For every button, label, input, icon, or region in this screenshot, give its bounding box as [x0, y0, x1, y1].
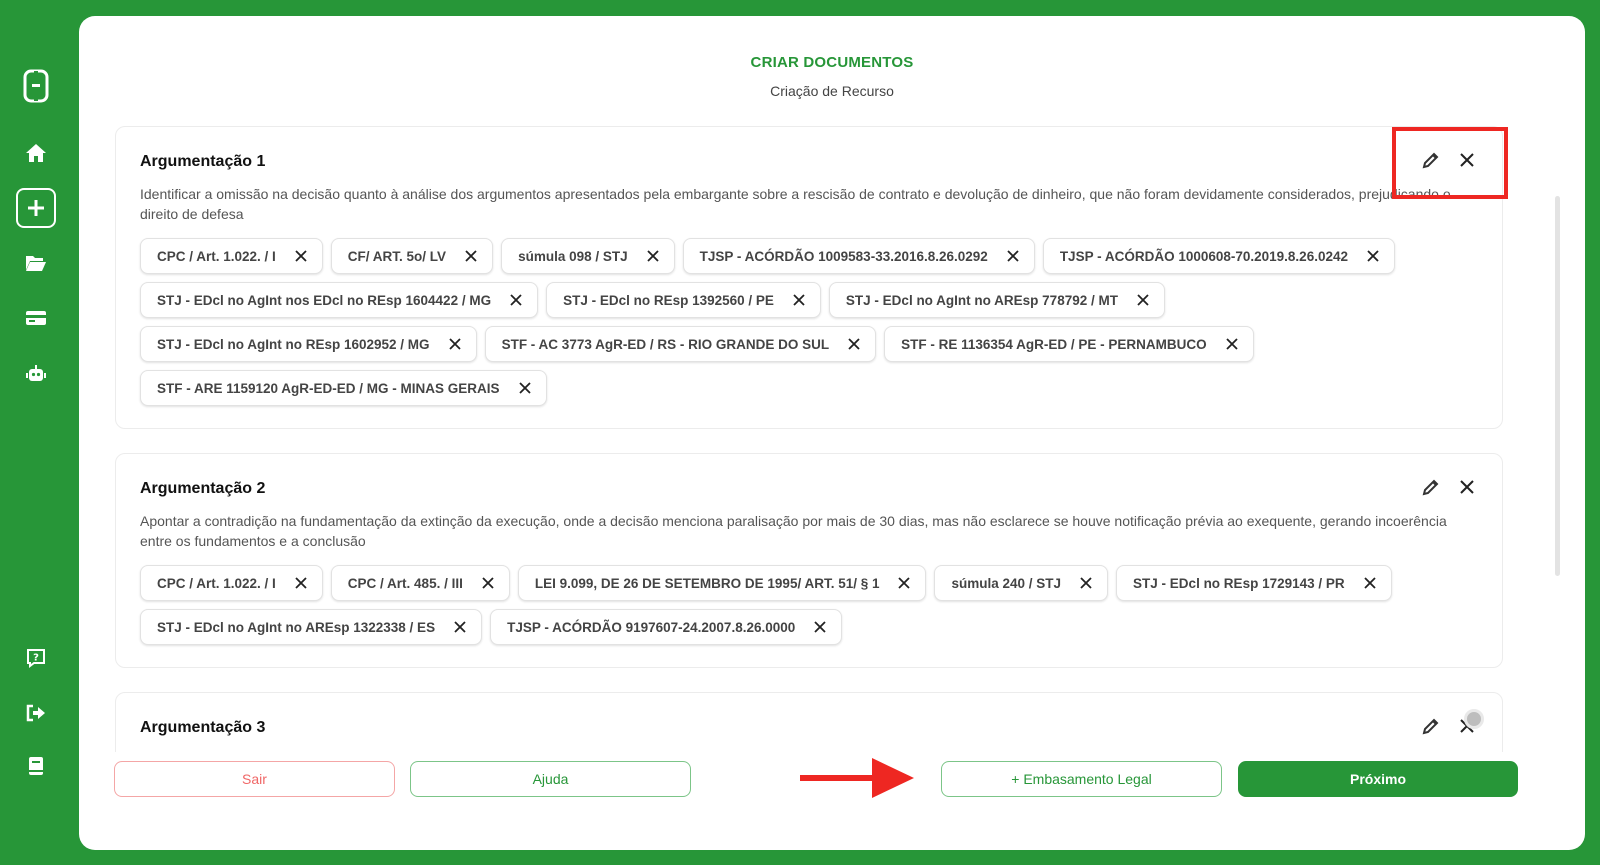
remove-chip-icon[interactable]	[1225, 337, 1239, 351]
remove-chip-icon[interactable]	[1363, 576, 1377, 590]
argument-title: Argumentação 3	[140, 719, 266, 736]
argument-card: Argumentação 1 Identificar a omissão na …	[115, 126, 1503, 429]
remove-chip-icon[interactable]	[897, 576, 911, 590]
remove-chip-icon[interactable]	[1079, 576, 1093, 590]
exit-button[interactable]: Sair	[114, 761, 395, 797]
page-title: CRIAR DOCUMENTOS	[750, 54, 914, 71]
help-icon[interactable]: ?	[16, 638, 56, 678]
edit-icon[interactable]	[1420, 715, 1442, 737]
reference-chip: STJ - EDcl no REsp 1392560 / PE	[546, 282, 821, 318]
page-subtitle: Criação de Recurso	[770, 83, 894, 99]
reference-chip: STJ - EDcl no AgInt no REsp 1602952 / MG	[140, 326, 477, 362]
robot-icon[interactable]	[16, 354, 56, 394]
remove-chip-icon[interactable]	[294, 576, 308, 590]
scroll-indicator[interactable]	[1464, 709, 1484, 729]
close-icon[interactable]	[1456, 476, 1478, 498]
main-card: CRIAR DOCUMENTOS Criação de Recurso Argu…	[79, 16, 1585, 850]
reference-chip: STJ - EDcl no AgInt nos EDcl no REsp 160…	[140, 282, 539, 318]
argument-title: Argumentação 1	[140, 153, 266, 170]
remove-chip-icon[interactable]	[847, 337, 861, 351]
next-button[interactable]: Próximo	[1238, 761, 1518, 797]
reference-chip: STF - ARE 1159120 AgR-ED-ED / MG - MINAS…	[140, 370, 547, 406]
chip-label: CPC / Art. 1.022. / I	[157, 575, 276, 591]
remove-chip-icon[interactable]	[481, 576, 495, 590]
chip-label: STJ - EDcl no AgInt no AREsp 1322338 / E…	[157, 619, 436, 635]
reference-chip: CF/ ART. 5o/ LV	[330, 238, 494, 274]
reference-chip: LEI 9.099, DE 26 DE SETEMBRO DE 1995/ AR…	[517, 565, 927, 601]
reference-chips: CPC / Art. 1.022. / I CPC / Art. 485. / …	[140, 565, 1470, 645]
folder-icon[interactable]	[16, 243, 56, 283]
add-legal-basis-button[interactable]: + Embasamento Legal	[941, 761, 1222, 797]
sidebar: ?	[0, 0, 78, 865]
chip-label: STJ - EDcl no REsp 1392560 / PE	[563, 292, 774, 308]
reference-chip: TJSP - ACÓRDÃO 9197607-24.2007.8.26.0000	[490, 609, 843, 645]
chip-label: TJSP - ACÓRDÃO 1000608-70.2019.8.26.0242	[1059, 248, 1348, 264]
reference-chip: STF - AC 3773 AgR-ED / RS - RIO GRANDE D…	[484, 326, 877, 362]
credit-card-icon[interactable]	[16, 298, 56, 338]
remove-chip-icon[interactable]	[509, 293, 523, 307]
annotation-arrow-icon	[800, 758, 914, 798]
reference-chip: súmula 240 / STJ	[934, 565, 1109, 601]
reference-chip: CPC / Art. 485. / III	[330, 565, 510, 601]
help-button[interactable]: Ajuda	[410, 761, 691, 797]
chip-label: STJ - EDcl no AgInt no AREsp 778792 / MT	[845, 292, 1118, 308]
scrollbar[interactable]	[1555, 196, 1560, 576]
home-icon[interactable]	[16, 133, 56, 173]
reference-chip: STJ - EDcl no AgInt no AREsp 778792 / MT	[828, 282, 1165, 318]
remove-chip-icon[interactable]	[646, 249, 660, 263]
chip-label: TJSP - ACÓRDÃO 9197607-24.2007.8.26.0000	[507, 619, 796, 635]
reference-chip: STJ - EDcl no REsp 1729143 / PR	[1116, 565, 1392, 601]
chip-label: STJ - EDcl no REsp 1729143 / PR	[1133, 575, 1345, 591]
remove-chip-icon[interactable]	[792, 293, 806, 307]
chip-label: TJSP - ACÓRDÃO 1009583-33.2016.8.26.0292	[699, 248, 988, 264]
add-icon[interactable]	[16, 188, 56, 228]
chip-label: STF - AC 3773 AgR-ED / RS - RIO GRANDE D…	[501, 336, 830, 352]
app-logo-icon[interactable]	[16, 66, 56, 106]
annotation-highlight-box	[1392, 127, 1508, 199]
svg-text:?: ?	[33, 653, 39, 664]
remove-chip-icon[interactable]	[294, 249, 308, 263]
remove-chip-icon[interactable]	[453, 620, 467, 634]
reference-chips: CPC / Art. 1.022. / I CF/ ART. 5o/ LV sú…	[140, 238, 1470, 406]
chip-label: STF - RE 1136354 AgR-ED / PE - PERNAMBUC…	[901, 336, 1207, 352]
book-icon[interactable]	[16, 746, 56, 786]
chip-label: STF - ARE 1159120 AgR-ED-ED / MG - MINAS…	[157, 380, 500, 396]
reference-chip: TJSP - ACÓRDÃO 1000608-70.2019.8.26.0242	[1042, 238, 1395, 274]
edit-icon[interactable]	[1420, 476, 1442, 498]
arguments-list[interactable]: Argumentação 1 Identificar a omissão na …	[79, 126, 1585, 752]
chip-label: súmula 240 / STJ	[951, 575, 1062, 591]
argument-card: Argumentação 3	[115, 692, 1503, 752]
reference-chip: súmula 098 / STJ	[501, 238, 675, 274]
chip-label: súmula 098 / STJ	[518, 248, 628, 264]
reference-chip: CPC / Art. 1.022. / I	[140, 565, 323, 601]
chip-label: STJ - EDcl no AgInt no REsp 1602952 / MG	[157, 336, 430, 352]
remove-chip-icon[interactable]	[1136, 293, 1150, 307]
chip-label: CPC / Art. 485. / III	[347, 575, 463, 591]
remove-chip-icon[interactable]	[1366, 249, 1380, 263]
chip-label: LEI 9.099, DE 26 DE SETEMBRO DE 1995/ AR…	[534, 575, 880, 591]
argument-title: Argumentação 2	[140, 480, 266, 497]
chip-label: STJ - EDcl no AgInt nos EDcl no REsp 160…	[157, 292, 492, 308]
remove-chip-icon[interactable]	[448, 337, 462, 351]
remove-chip-icon[interactable]	[813, 620, 827, 634]
remove-chip-icon[interactable]	[518, 381, 532, 395]
remove-chip-icon[interactable]	[464, 249, 478, 263]
reference-chip: CPC / Art. 1.022. / I	[140, 238, 323, 274]
logout-icon[interactable]	[16, 693, 56, 733]
reference-chip: TJSP - ACÓRDÃO 1009583-33.2016.8.26.0292	[682, 238, 1035, 274]
chip-label: CF/ ART. 5o/ LV	[347, 248, 447, 264]
argument-card: Argumentação 2 Apontar a contradição na …	[115, 453, 1503, 668]
argument-description: Identificar a omissão na decisão quanto …	[140, 186, 1451, 222]
argument-description: Apontar a contradição na fundamentação d…	[140, 513, 1447, 549]
remove-chip-icon[interactable]	[1006, 249, 1020, 263]
reference-chip: STJ - EDcl no AgInt no AREsp 1322338 / E…	[140, 609, 483, 645]
chip-label: CPC / Art. 1.022. / I	[157, 248, 276, 264]
reference-chip: STF - RE 1136354 AgR-ED / PE - PERNAMBUC…	[884, 326, 1254, 362]
